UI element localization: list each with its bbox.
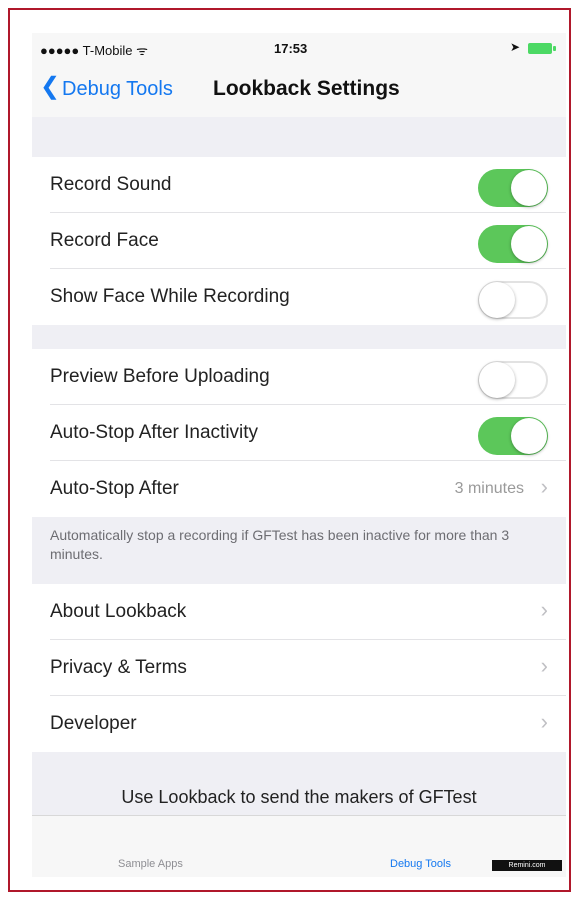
toggle-knob xyxy=(511,170,547,206)
auto-stop-inactivity-row: Auto-Stop After Inactivity xyxy=(32,405,566,461)
auto-stop-after-label: Auto-Stop After xyxy=(50,478,179,499)
chevron-right-icon: › xyxy=(540,474,548,499)
record-sound-label: Record Sound xyxy=(50,174,172,195)
show-face-toggle[interactable] xyxy=(478,281,548,319)
tab-bar: Sample Apps Debug Tools Remini.com xyxy=(32,815,566,877)
record-face-row: Record Face xyxy=(32,213,566,269)
chevron-right-icon: › xyxy=(540,653,548,678)
recording-settings-group: Record Sound Record Face Show Face While… xyxy=(32,157,566,325)
show-face-row: Show Face While Recording xyxy=(32,269,566,325)
navigation-bar: ❮ Debug Tools Lookback Settings xyxy=(32,63,566,117)
tab-debug-tools[interactable]: Debug Tools xyxy=(390,858,451,870)
auto-stop-footnote: Automatically stop a recording if GFTest… xyxy=(50,527,510,562)
toggle-knob xyxy=(479,362,515,398)
info-group: About Lookback › Privacy & Terms › Devel… xyxy=(32,584,566,752)
preview-row: Preview Before Uploading xyxy=(32,349,566,405)
promo-text: Use Lookback to send the makers of GFTes… xyxy=(121,787,477,807)
developer-row[interactable]: Developer › xyxy=(32,696,566,752)
auto-stop-after-row[interactable]: Auto-Stop After 3 minutes › xyxy=(32,461,566,517)
location-icon: ➤ xyxy=(509,40,520,54)
preview-toggle[interactable] xyxy=(478,361,548,399)
record-sound-row: Record Sound xyxy=(32,157,566,213)
preview-label: Preview Before Uploading xyxy=(50,366,270,387)
back-chevron-icon[interactable]: ❮ xyxy=(40,75,60,99)
show-face-label: Show Face While Recording xyxy=(50,286,290,307)
auto-stop-inactivity-toggle[interactable] xyxy=(478,417,548,455)
clock: 17:53 xyxy=(274,41,308,56)
chevron-right-icon: › xyxy=(540,597,548,622)
upload-settings-group: Preview Before Uploading Auto-Stop After… xyxy=(32,349,566,517)
page-title: Lookback Settings xyxy=(213,77,400,100)
tab-sample-apps[interactable]: Sample Apps xyxy=(118,858,183,870)
toggle-knob xyxy=(511,226,547,262)
record-face-toggle[interactable] xyxy=(478,225,548,263)
chevron-right-icon: › xyxy=(540,709,548,734)
status-bar: ●●●●● T-Mobile ᯤ 17:53 ➤ xyxy=(32,33,566,63)
record-sound-toggle[interactable] xyxy=(478,169,548,207)
battery-icon xyxy=(528,43,556,54)
phone-screen: ●●●●● T-Mobile ᯤ 17:53 ➤ ❮ Debug Tools L… xyxy=(32,33,566,877)
about-lookback-row[interactable]: About Lookback › xyxy=(32,584,566,640)
privacy-terms-label: Privacy & Terms xyxy=(50,657,187,678)
watermark-logo: Remini.com xyxy=(492,860,562,871)
about-lookback-label: About Lookback xyxy=(50,601,187,622)
back-button[interactable]: Debug Tools xyxy=(62,78,173,101)
carrier-label: ●●●●● T-Mobile ᯤ xyxy=(40,43,148,58)
toggle-knob xyxy=(511,418,547,454)
auto-stop-inactivity-label: Auto-Stop After Inactivity xyxy=(50,422,259,443)
privacy-terms-row[interactable]: Privacy & Terms › xyxy=(32,640,566,696)
record-face-label: Record Face xyxy=(50,230,159,251)
developer-label: Developer xyxy=(50,713,137,734)
toggle-knob xyxy=(479,282,515,318)
auto-stop-after-value: 3 minutes xyxy=(454,480,524,497)
